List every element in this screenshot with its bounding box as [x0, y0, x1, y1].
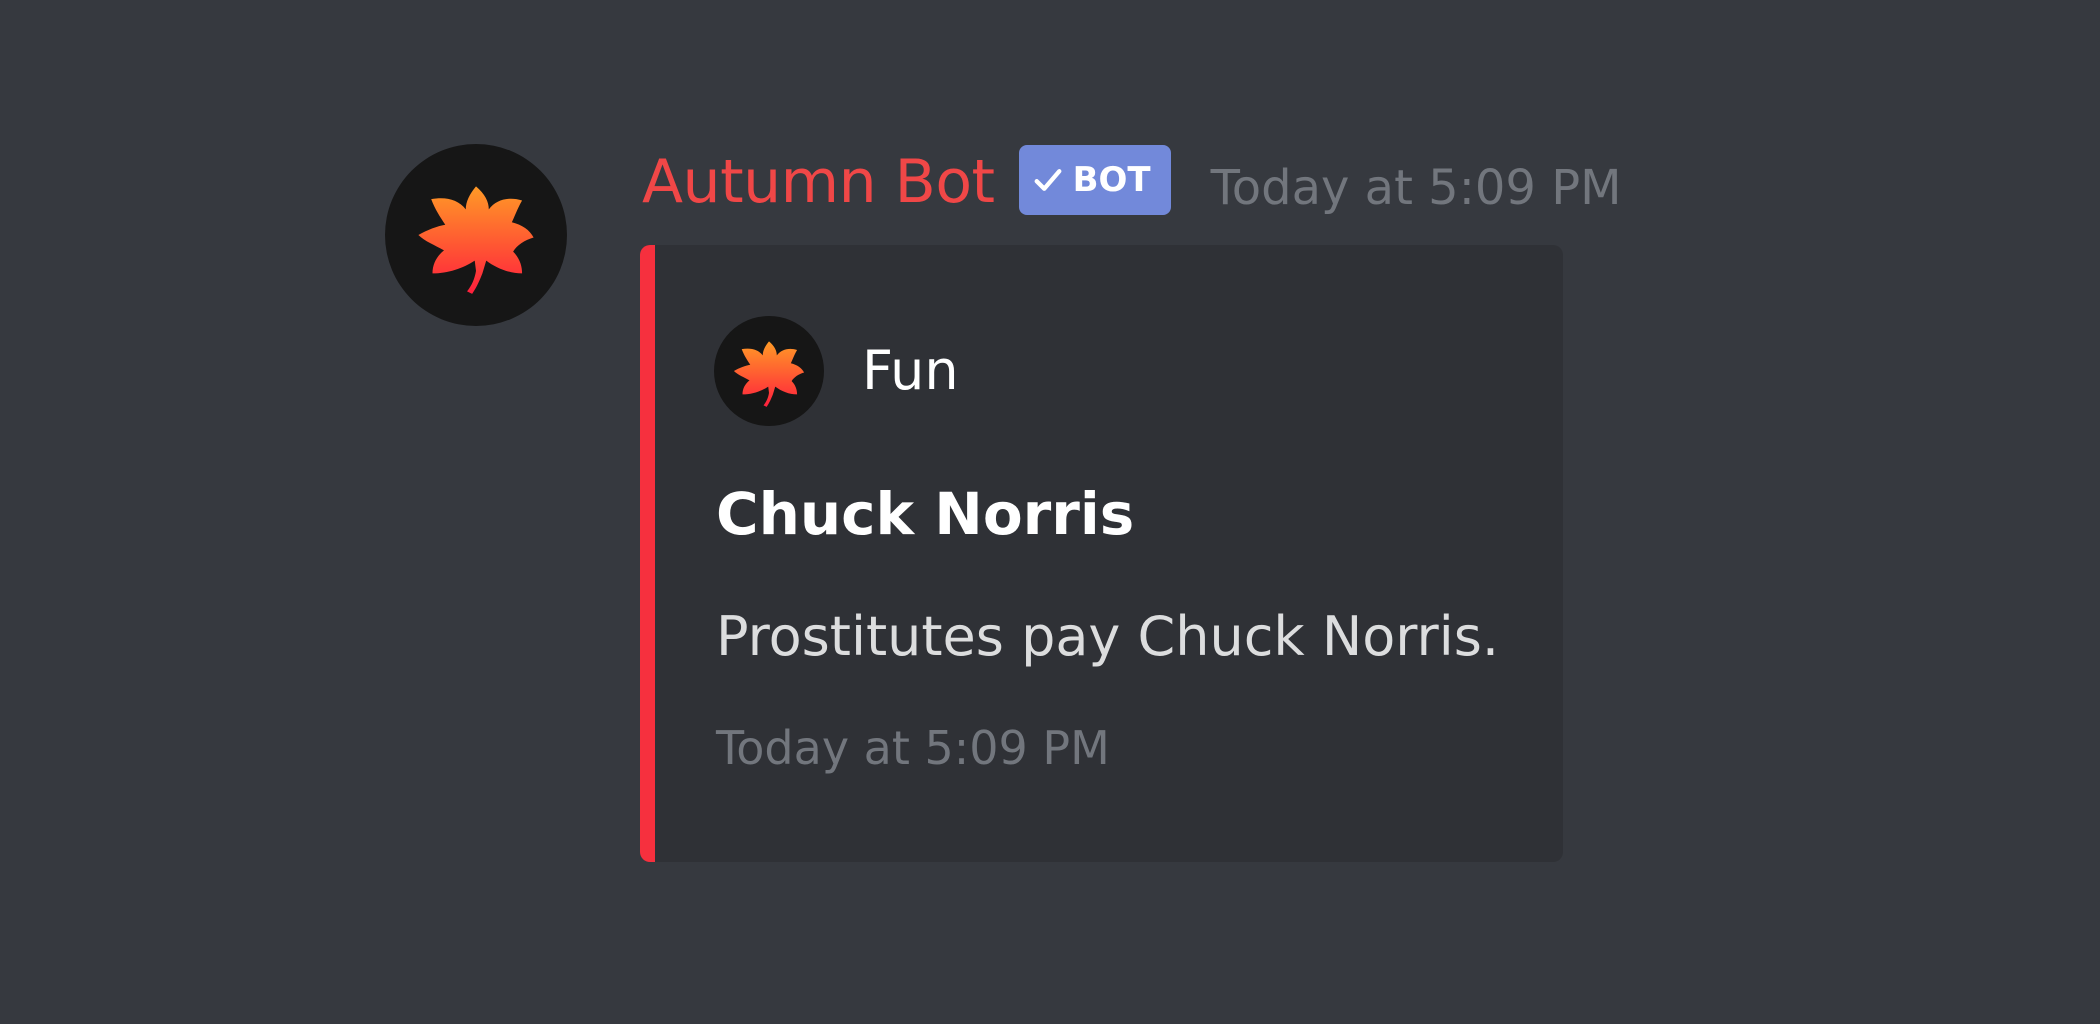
maple-leaf-icon	[412, 171, 540, 299]
bot-avatar[interactable]	[385, 144, 567, 326]
embed-footer-timestamp: Today at 5:09 PM	[716, 721, 1110, 775]
embed-accent-bar	[640, 245, 655, 862]
embed-description: Prostitutes pay Chuck Norris.	[716, 605, 1500, 668]
embed-author-icon	[714, 316, 824, 426]
bot-tag-label: BOT	[1072, 160, 1151, 200]
embed-author-name: Fun	[862, 339, 959, 402]
message-header: Autumn Bot BOT Today at 5:09 PM	[642, 140, 1622, 224]
checkmark-icon	[1034, 169, 1062, 191]
username[interactable]: Autumn Bot	[642, 152, 995, 212]
maple-leaf-icon	[730, 332, 808, 410]
chat-message-area: Autumn Bot BOT Today at 5:09 PM Fun Chuc…	[0, 0, 2100, 1024]
embed: Fun Chuck Norris Prostitutes pay Chuck N…	[640, 245, 1563, 862]
embed-title: Chuck Norris	[716, 480, 1135, 548]
bot-tag: BOT	[1018, 145, 1171, 215]
message-timestamp[interactable]: Today at 5:09 PM	[1211, 160, 1622, 216]
